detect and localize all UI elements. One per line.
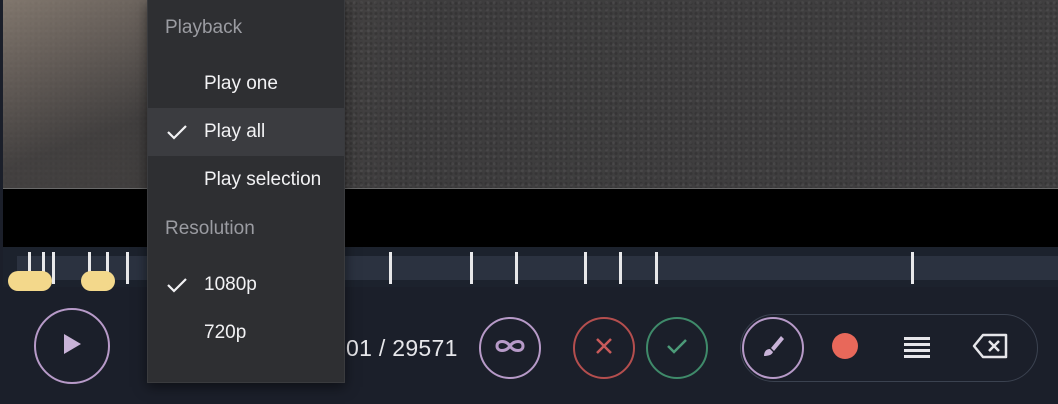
loop-button[interactable] bbox=[479, 317, 541, 379]
timeline-tick[interactable] bbox=[911, 252, 914, 284]
lines-button[interactable] bbox=[900, 334, 934, 364]
close-icon bbox=[594, 336, 614, 361]
record-button[interactable] bbox=[828, 332, 862, 364]
brush-icon bbox=[759, 332, 787, 365]
check-icon bbox=[166, 122, 188, 147]
timeline-tick[interactable] bbox=[470, 252, 473, 284]
timeline-marker[interactable] bbox=[8, 271, 52, 291]
play-button[interactable] bbox=[34, 308, 110, 384]
menu-item-play-all[interactable]: Play all bbox=[148, 108, 344, 156]
accept-button[interactable] bbox=[646, 317, 708, 379]
timeline-tick[interactable] bbox=[584, 252, 587, 284]
timeline-tick[interactable] bbox=[619, 252, 622, 284]
play-icon bbox=[61, 332, 83, 361]
check-icon bbox=[665, 336, 689, 361]
record-dot-icon bbox=[831, 332, 859, 365]
timeline-tick[interactable] bbox=[389, 252, 392, 284]
loop-icon bbox=[493, 337, 527, 360]
menu-item-label: 720p bbox=[204, 322, 247, 343]
backspace-icon bbox=[972, 333, 1008, 364]
menu-item-label: Play all bbox=[204, 121, 266, 142]
menu-item-label: Play selection bbox=[204, 169, 322, 190]
menu-item-play-selection[interactable]: Play selection bbox=[148, 156, 344, 204]
menu-item-720p[interactable]: 720p bbox=[148, 309, 344, 357]
timeline-tick[interactable] bbox=[52, 252, 55, 284]
check-icon bbox=[166, 275, 188, 300]
frame-counter: 01 / 29571 bbox=[346, 335, 458, 361]
lines-icon bbox=[904, 335, 930, 364]
timeline-tick[interactable] bbox=[655, 252, 658, 284]
backspace-button[interactable] bbox=[970, 332, 1010, 364]
playback-header: Playback bbox=[165, 17, 243, 38]
playback-menu: Playback Play one Play all Play selectio… bbox=[147, 0, 345, 383]
menu-item-label: 1080p bbox=[204, 274, 257, 295]
menu-item-label: Play one bbox=[204, 73, 278, 94]
timeline-tick[interactable] bbox=[126, 252, 129, 284]
menu-item-play-one[interactable]: Play one bbox=[148, 60, 344, 108]
brush-button[interactable] bbox=[742, 317, 804, 379]
menu-item-1080p[interactable]: 1080p bbox=[148, 261, 344, 309]
timeline-tick[interactable] bbox=[515, 252, 518, 284]
video-road-edge bbox=[3, 0, 153, 188]
timeline-marker[interactable] bbox=[81, 271, 115, 291]
resolution-header: Resolution bbox=[165, 218, 255, 239]
reject-button[interactable] bbox=[573, 317, 635, 379]
